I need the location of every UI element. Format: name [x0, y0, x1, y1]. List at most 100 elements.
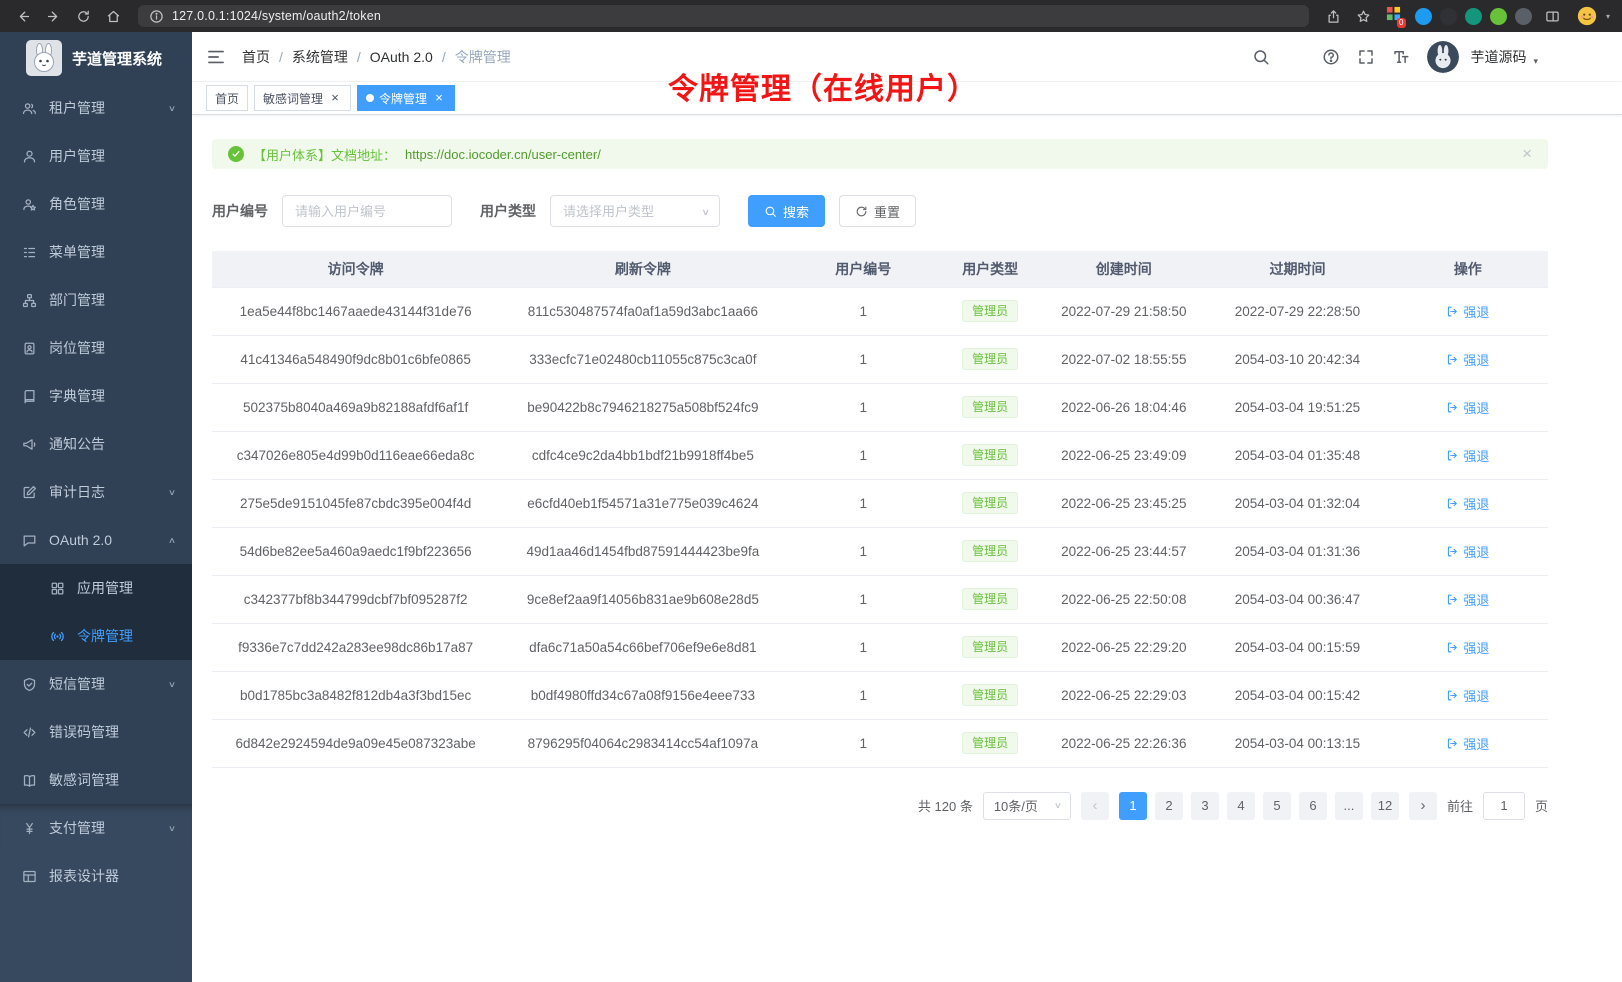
force-logout-link[interactable]: 强退 [1446, 350, 1489, 369]
sidebar-item[interactable]: 敏感词管理 [0, 756, 192, 804]
logout-icon [1446, 497, 1459, 510]
profile-caret-icon[interactable]: ▾ [1606, 12, 1610, 21]
extension-icon[interactable] [1490, 8, 1507, 25]
sidebar-item[interactable]: 字典管理 [0, 372, 192, 420]
share-icon[interactable] [1321, 4, 1347, 28]
user-type-tag: 管理员 [962, 540, 1018, 562]
tab-active[interactable]: 令牌管理 × [357, 85, 455, 111]
force-logout-link[interactable]: 强退 [1446, 302, 1489, 321]
sidebar-item[interactable]: 通知公告 [0, 420, 192, 468]
tab-item[interactable]: 首页 [206, 85, 248, 111]
sidebar-item[interactable]: 角色管理 [0, 180, 192, 228]
back-icon[interactable] [10, 4, 36, 28]
force-logout-link[interactable]: 强退 [1446, 398, 1489, 417]
home-icon[interactable] [100, 4, 126, 28]
reload-icon[interactable] [70, 4, 96, 28]
user-id-input[interactable] [282, 195, 452, 227]
page-size-select[interactable]: 10条/页 ∨ [983, 792, 1071, 820]
sidebar-item[interactable]: 错误码管理 [0, 708, 192, 756]
browser-profile-avatar[interactable] [1576, 5, 1598, 27]
sidebar-item[interactable]: 租户管理∨ [0, 84, 192, 132]
close-icon[interactable]: × [328, 91, 342, 105]
user-type-tag: 管理员 [962, 636, 1018, 658]
pagination: 共 120 条 10条/页 ∨ ‹ 123456...12 › 前往 页 [212, 792, 1548, 820]
sidebar-item[interactable]: OAuth 2.0∧ [0, 516, 192, 564]
user-type-select[interactable] [550, 195, 720, 227]
sidebar-item[interactable]: 令牌管理 [0, 612, 192, 660]
success-check-icon [228, 146, 244, 162]
force-logout-link[interactable]: 强退 [1446, 734, 1489, 753]
hamburger-icon[interactable] [206, 47, 226, 67]
action-cell: 强退 [1388, 431, 1548, 479]
breadcrumb-item[interactable]: OAuth 2.0 [370, 49, 433, 65]
close-icon[interactable]: × [432, 91, 446, 105]
sidebar-item-label: 用户管理 [49, 146, 176, 166]
sidebar-item[interactable]: 岗位管理 [0, 324, 192, 372]
extension-grid-icon[interactable]: 0 [1381, 4, 1407, 28]
github-icon[interactable] [1287, 48, 1305, 66]
chevron-down-icon: ∨ [168, 487, 176, 497]
sidebar-item[interactable]: 短信管理∨ [0, 660, 192, 708]
extension-icon[interactable] [1465, 8, 1482, 25]
sidebar-item-label: 岗位管理 [49, 338, 176, 358]
table-row: 54d6be82ee5a460a9aedc1f9bf22365649d1aa46… [212, 527, 1548, 575]
sidebar-item[interactable]: 支付管理∨ [0, 804, 192, 852]
alert-link[interactable]: https://doc.iocoder.cn/user-center/ [405, 147, 601, 162]
tab-item[interactable]: 敏感词管理× [254, 85, 351, 111]
breadcrumb-item[interactable]: 系统管理 [292, 47, 348, 67]
sidebar-item[interactable]: 审计日志∨ [0, 468, 192, 516]
sidebar-item[interactable]: 用户管理 [0, 132, 192, 180]
breadcrumb-item[interactable]: 首页 [242, 47, 270, 67]
force-logout-link[interactable]: 强退 [1446, 494, 1489, 513]
extension-icon[interactable] [1440, 8, 1457, 25]
username[interactable]: 芋道源码 [1470, 47, 1526, 67]
goto-page-input[interactable] [1483, 792, 1525, 820]
fullscreen-icon[interactable] [1357, 48, 1375, 66]
close-icon[interactable]: × [1522, 144, 1532, 164]
user-type-tag: 管理员 [962, 348, 1018, 370]
force-logout-link[interactable]: 强退 [1446, 542, 1489, 561]
sidebar-item[interactable]: 部门管理 [0, 276, 192, 324]
action-cell: 强退 [1388, 335, 1548, 383]
search-icon[interactable] [1252, 48, 1270, 66]
page-button[interactable]: 5 [1263, 792, 1291, 820]
prev-page-button[interactable]: ‹ [1081, 792, 1109, 820]
sidebar-item[interactable]: 报表设计器 [0, 852, 192, 900]
logo-image [26, 40, 62, 76]
chevron-up-icon: ∧ [168, 535, 176, 545]
site-info-icon[interactable] [148, 4, 164, 28]
url-bar[interactable]: 127.0.0.1:1024/system/oauth2/token [138, 5, 1309, 27]
logout-icon [1446, 737, 1459, 750]
bookmark-star-icon[interactable] [1351, 4, 1377, 28]
page-button[interactable]: 2 [1155, 792, 1183, 820]
sidebar-item[interactable]: 应用管理 [0, 564, 192, 612]
question-icon[interactable] [1322, 48, 1340, 66]
caret-down-icon[interactable]: ▾ [1533, 56, 1538, 73]
forward-icon[interactable] [40, 4, 66, 28]
next-page-button[interactable]: › [1409, 792, 1437, 820]
more-pages-button[interactable]: ... [1335, 792, 1363, 820]
fontsize-icon[interactable] [1392, 48, 1410, 66]
page-button[interactable]: 4 [1227, 792, 1255, 820]
user-type-tag: 管理员 [962, 684, 1018, 706]
page-button[interactable]: 1 [1119, 792, 1147, 820]
refresh-token-cell: dfa6c71a50a54c66bef706ef9e6e8d81 [499, 623, 786, 671]
page-button[interactable]: 6 [1299, 792, 1327, 820]
expire-time-cell: 2054-03-04 00:15:42 [1207, 671, 1387, 719]
force-logout-link[interactable]: 强退 [1446, 590, 1489, 609]
search-button[interactable]: 搜索 [748, 195, 825, 227]
extension-icon[interactable] [1515, 8, 1532, 25]
sidebar-item[interactable]: 菜单管理 [0, 228, 192, 276]
page-button[interactable]: 3 [1191, 792, 1219, 820]
extension-icon[interactable] [1415, 8, 1432, 25]
split-view-icon[interactable] [1540, 4, 1566, 28]
user-avatar[interactable] [1427, 41, 1459, 73]
force-logout-link[interactable]: 强退 [1446, 638, 1489, 657]
user-type-tag: 管理员 [962, 732, 1018, 754]
reset-button[interactable]: 重置 [839, 195, 916, 227]
force-logout-link[interactable]: 强退 [1446, 446, 1489, 465]
app-logo[interactable]: 芋道管理系统 [0, 32, 192, 84]
force-logout-link[interactable]: 强退 [1446, 686, 1489, 705]
page-button[interactable]: 12 [1371, 792, 1399, 820]
tab-label: 令牌管理 [379, 90, 427, 107]
